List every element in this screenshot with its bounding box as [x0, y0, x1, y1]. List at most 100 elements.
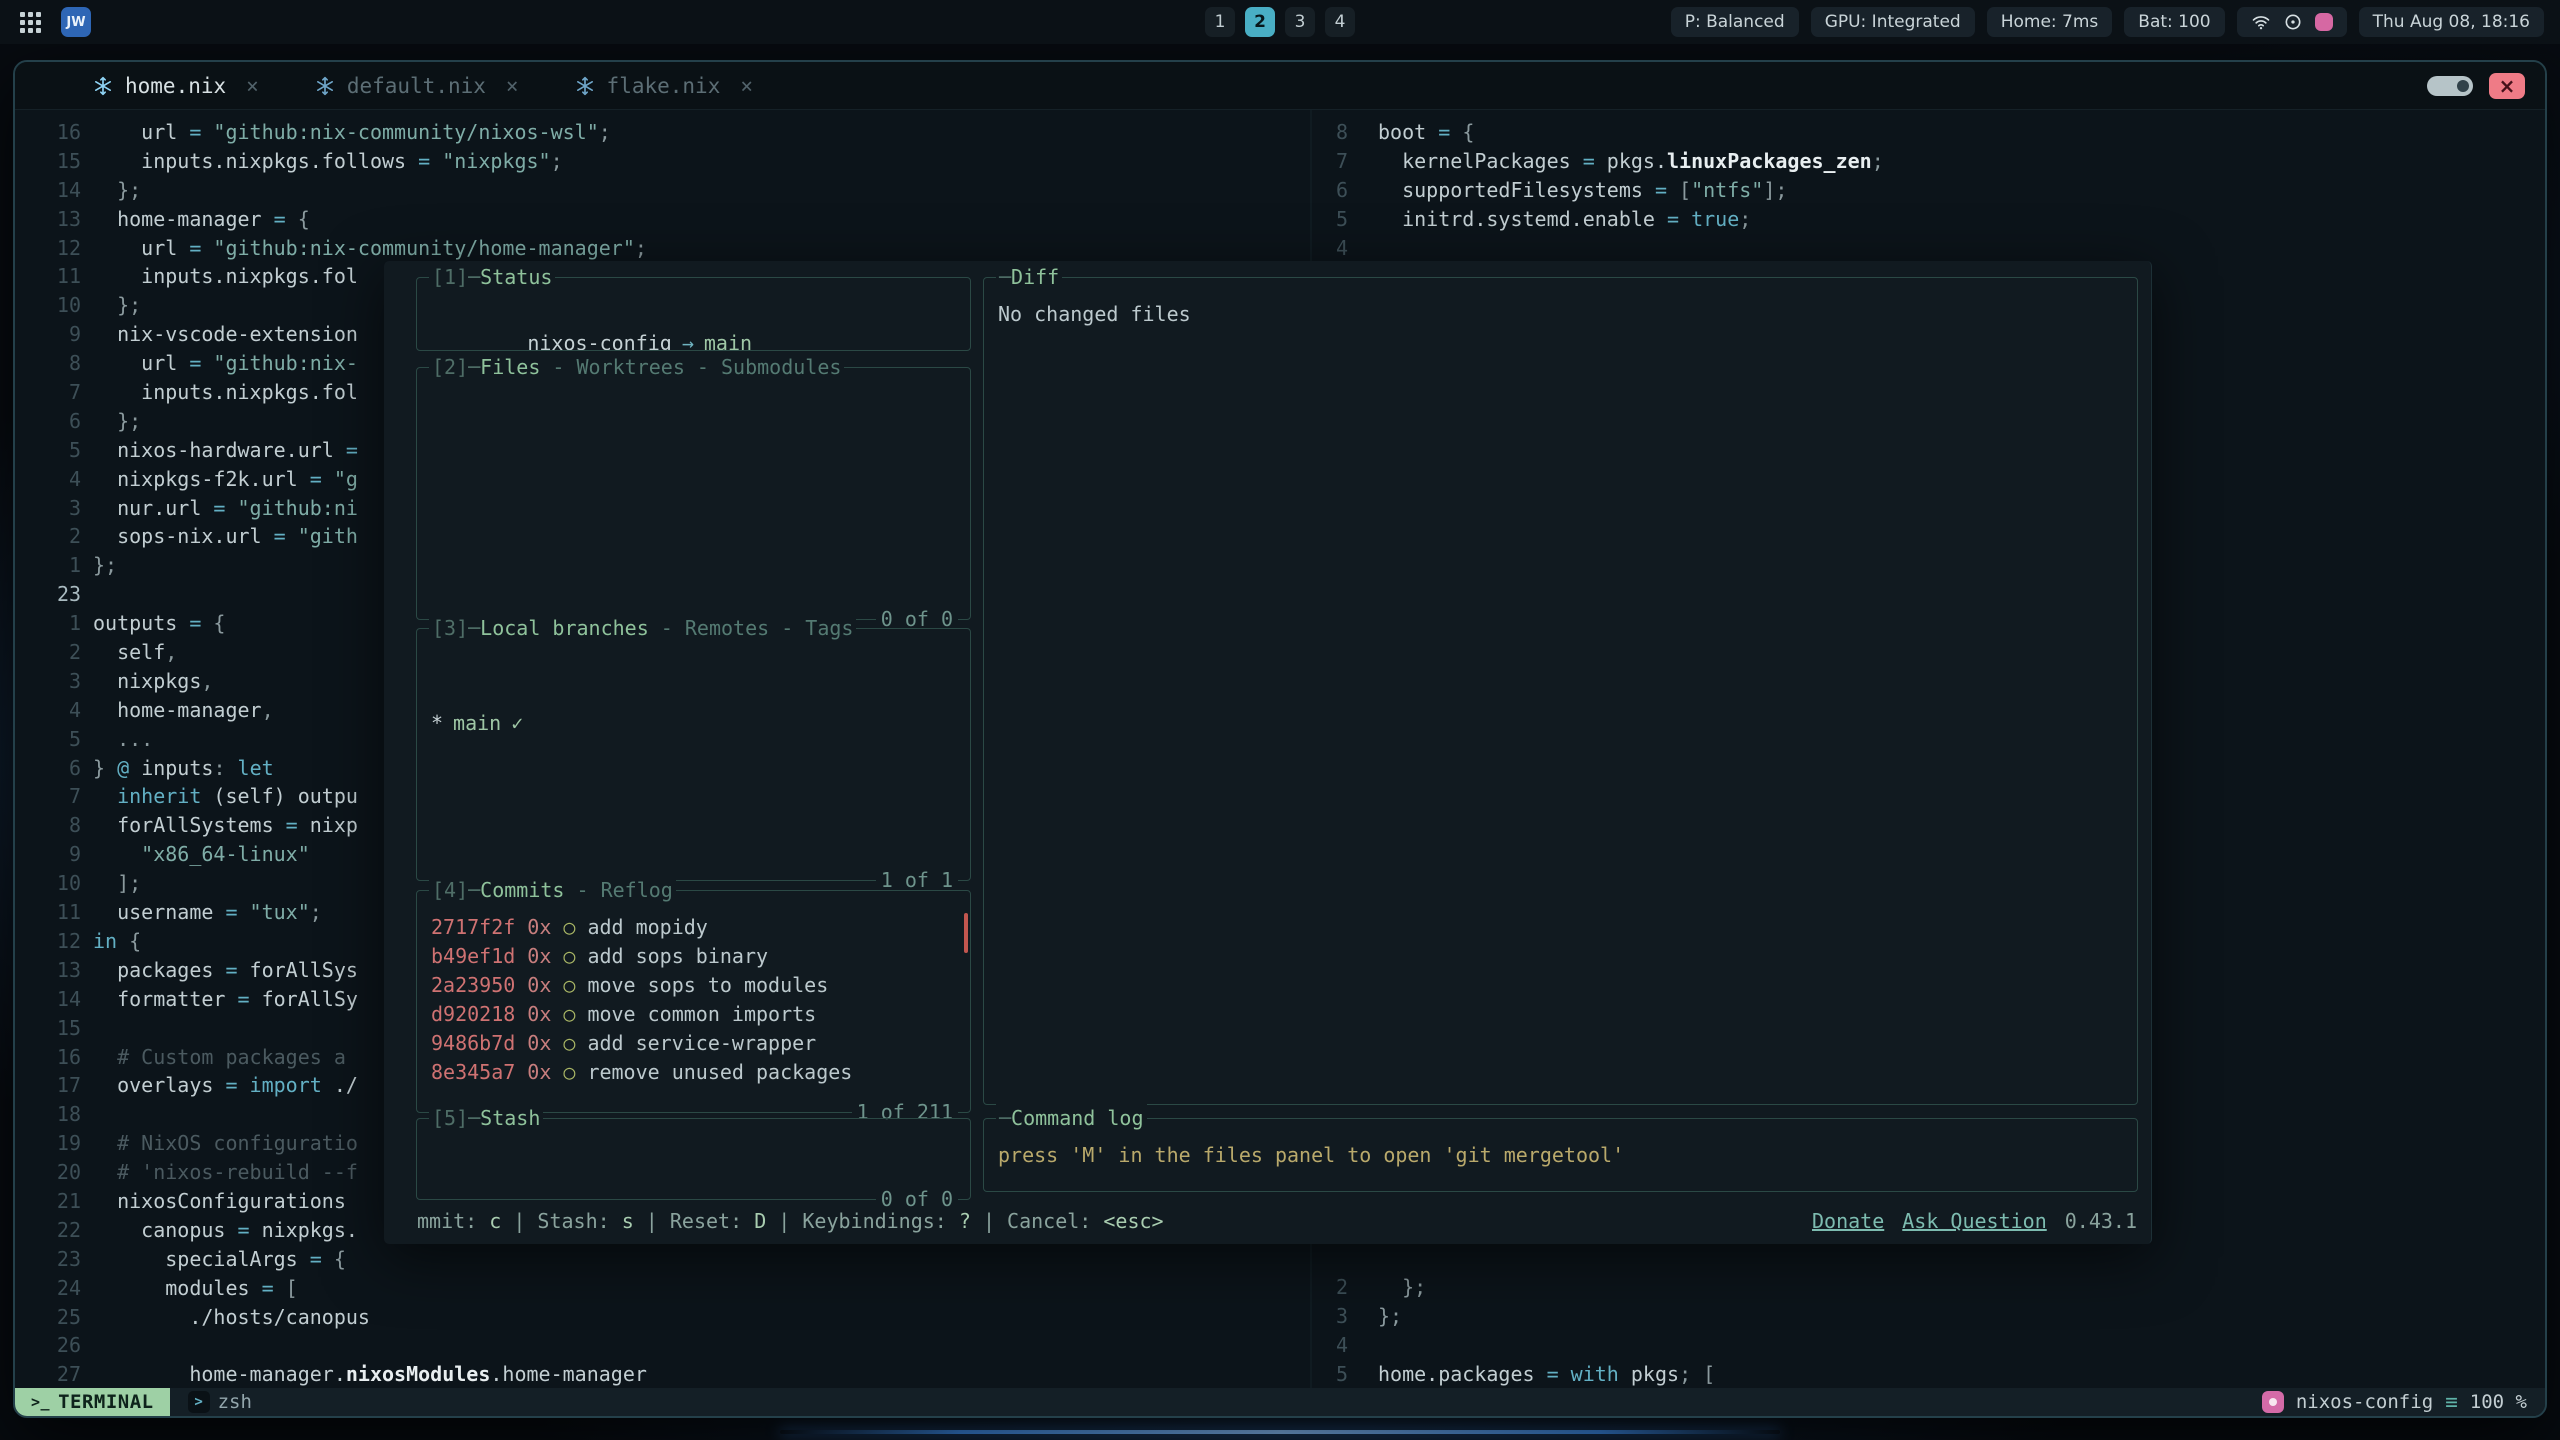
workspace-button-2[interactable]: 2 — [1245, 7, 1275, 37]
right-top-lines: 8boot = {7 kernelPackages = pkgs.linuxPa… — [1312, 118, 2545, 262]
code-line: 7 kernelPackages = pkgs.linuxPackages_ze… — [1312, 147, 2545, 176]
line-number: 12 — [15, 927, 81, 956]
line-number: 10 — [15, 291, 81, 320]
workspace-button-3[interactable]: 3 — [1285, 7, 1315, 37]
tab-default.nix[interactable]: default.nix × — [315, 62, 519, 109]
logo-badge[interactable]: JW — [61, 7, 91, 37]
code-text: inputs.nixpkgs.follows = "nixpkgs"; — [93, 147, 563, 176]
panel-title: ─Diff — [996, 263, 1062, 292]
lines-icon: ≡ — [2445, 1390, 2458, 1414]
version-label: 0.43.1 — [2065, 1207, 2137, 1236]
line-number: 18 — [15, 1100, 81, 1129]
line-number: 1 — [15, 609, 81, 638]
git-icon — [2262, 1391, 2284, 1413]
line-number: 10 — [15, 869, 81, 898]
commit-row[interactable]: 2a239500x○move sops to modules — [431, 971, 958, 1000]
tab-label: home.nix — [125, 74, 226, 98]
line-number: 14 — [15, 985, 81, 1014]
ask-question-link[interactable]: Ask Question — [1902, 1207, 2047, 1236]
clock[interactable]: Thu Aug 08, 18:16 — [2359, 7, 2544, 37]
code-text: }; — [93, 407, 141, 436]
tab-close-icon[interactable]: × — [740, 74, 753, 98]
statusline-right: nixos-config ≡ 100 % — [2262, 1390, 2545, 1414]
workspace-button-4[interactable]: 4 — [1325, 7, 1355, 37]
line-number: 13 — [15, 956, 81, 985]
code-line: 5home.packages = with pkgs; [ — [1312, 1360, 2545, 1388]
workspace-button-1[interactable]: 1 — [1205, 7, 1235, 37]
code-text: inherit (self) outpu — [93, 782, 358, 811]
status-module: GPU: Integrated — [1811, 7, 1975, 37]
statusline: >_ TERMINAL > zsh nixos-config ≡ 100 % — [15, 1388, 2545, 1416]
code-text: inputs.nixpkgs.fol — [93, 378, 358, 407]
commit-row[interactable]: 8e345a70x○remove unused packages — [431, 1058, 958, 1087]
line-number: 11 — [15, 898, 81, 927]
tray-icons[interactable] — [2237, 7, 2347, 37]
code-text: home-manager, — [93, 696, 274, 725]
panel-title: [4]─Commits - Reflog — [429, 876, 676, 905]
status-module: P: Balanced — [1671, 7, 1799, 37]
tab-flake.nix[interactable]: flake.nix× — [575, 62, 753, 109]
lazygit-files-panel[interactable]: [2]─Files - Worktrees - Submodules 0 of … — [416, 367, 971, 620]
code-text: outputs = { — [93, 609, 225, 638]
lazygit-popup: [1]─Status nixos-config→main [2]─Files -… — [384, 261, 2152, 1244]
panel-title: [5]─Stash — [429, 1104, 543, 1133]
lazygit-command-log-panel[interactable]: ─Command log press 'M' in the files pane… — [983, 1118, 2138, 1192]
apps-icon[interactable] — [16, 8, 45, 37]
tab-label: default.nix — [347, 74, 486, 98]
right-bottom-lines: 2 };3};45home.packages = with pkgs; [ — [1312, 1273, 2545, 1388]
line-number: 15 — [15, 147, 81, 176]
commit-row[interactable]: b49ef1d0x○add sops binary — [431, 942, 958, 971]
shell-name: zsh — [218, 1391, 252, 1413]
branches-content: *main✓ — [417, 629, 970, 880]
scroll-position: 100 % — [2470, 1391, 2527, 1413]
donate-link[interactable]: Donate — [1812, 1207, 1884, 1236]
lazygit-status-panel[interactable]: [1]─Status nixos-config→main — [416, 277, 971, 351]
commit-row[interactable]: 9486b7d0x○add service-wrapper — [431, 1029, 958, 1058]
window-pill-toggle[interactable] — [2427, 76, 2473, 96]
line-number: 21 — [15, 1187, 81, 1216]
code-line: 25 ./hosts/canopus — [15, 1303, 1310, 1332]
tab-close-icon[interactable]: × — [246, 74, 259, 98]
code-line: 24 modules = [ — [15, 1274, 1310, 1303]
repo-label: nixos-config — [527, 331, 672, 350]
line-number: 2 — [15, 522, 81, 551]
panel-title: ─Command log — [996, 1104, 1147, 1133]
code-text: supportedFilesystems = ["ntfs"]; — [1378, 176, 1787, 205]
wallpaper-glow — [780, 1430, 1780, 1434]
window-close-button[interactable]: × — [2489, 73, 2525, 99]
line-number: 12 — [15, 234, 81, 263]
lazygit-diff-panel[interactable]: ─Diff No changed files — [983, 277, 2138, 1105]
commit-row[interactable]: d9202180x○move common imports — [431, 1000, 958, 1029]
options-hints: mmit: c | Stash: s | Reset: D | Keybindi… — [417, 1207, 1164, 1236]
code-text: username = "tux"; — [93, 898, 322, 927]
code-line: 13 home-manager = { — [15, 205, 1310, 234]
toggle-knob — [2457, 80, 2469, 92]
line-number: 11 — [15, 262, 81, 291]
code-line: 6 supportedFilesystems = ["ntfs"]; — [1312, 176, 2545, 205]
code-text: ./hosts/canopus — [93, 1303, 370, 1332]
lazygit-branches-panel[interactable]: [3]─Local branches - Remotes - Tags *mai… — [416, 628, 971, 881]
code-text: inputs.nixpkgs.fol — [93, 262, 358, 291]
line-number: 16 — [15, 118, 81, 147]
tab-close-icon[interactable]: × — [506, 74, 519, 98]
tab-home.nix[interactable]: home.nix × — [93, 62, 259, 109]
branch-row[interactable]: *main✓ — [431, 709, 958, 738]
topbar-left: JW — [16, 7, 91, 37]
code-line: 15 inputs.nixpkgs.follows = "nixpkgs"; — [15, 147, 1310, 176]
panel-title: [3]─Local branches - Remotes - Tags — [429, 614, 856, 643]
code-text: }; — [93, 551, 117, 580]
line-number: 9 — [15, 320, 81, 349]
lazygit-commits-panel[interactable]: [4]─Commits - Reflog 2717f2f0x○add mopid… — [416, 890, 971, 1113]
line-number: 5 — [1312, 1360, 1348, 1388]
check-icon: ✓ — [511, 711, 523, 735]
commits-scrollbar[interactable] — [964, 913, 968, 953]
lazygit-stash-panel[interactable]: [5]─Stash 0 of 0 — [416, 1118, 971, 1200]
line-number: 19 — [15, 1129, 81, 1158]
code-line: 23 specialArgs = { — [15, 1245, 1310, 1274]
code-text: url = "github:nix-community/home-manager… — [93, 234, 647, 263]
line-number: 9 — [15, 840, 81, 869]
commit-row[interactable]: 2717f2f0x○add mopidy — [431, 913, 958, 942]
code-text: overlays = import ./ — [93, 1071, 358, 1100]
line-number: 2 — [15, 638, 81, 667]
branch-label: main — [704, 331, 752, 350]
